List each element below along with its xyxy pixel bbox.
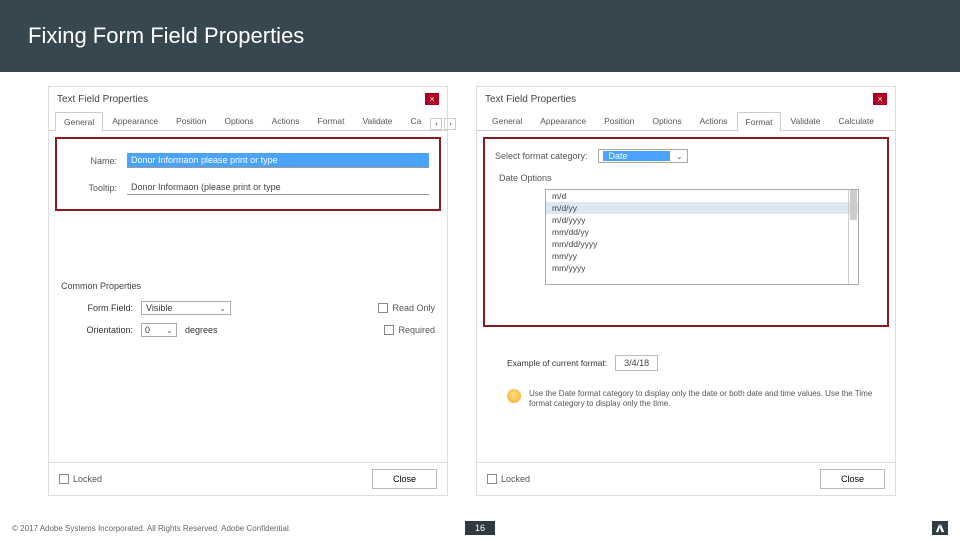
copyright: © 2017 Adobe Systems Incorporated. All R… — [12, 524, 291, 533]
orientation-value: 0 — [145, 325, 150, 335]
select-category-label: Select format category: — [495, 151, 588, 161]
tooltip-label: Tooltip: — [67, 183, 117, 193]
name-input[interactable]: Donor Informaon please print or type — [127, 153, 429, 168]
chevron-down-icon: ⌄ — [219, 304, 226, 313]
close-icon[interactable]: × — [425, 93, 439, 105]
adobe-logo-icon — [932, 521, 948, 535]
tab-appearance[interactable]: Appearance — [103, 111, 167, 130]
list-item[interactable]: mm/yyyy — [546, 262, 858, 274]
format-category-value: Date — [603, 151, 670, 161]
chevron-down-icon: ⌄ — [166, 326, 173, 335]
chevron-down-icon: ⌄ — [676, 152, 683, 161]
tab-format[interactable]: Format — [309, 111, 354, 130]
tab-format[interactable]: Format — [737, 112, 782, 131]
close-button[interactable]: Close — [820, 469, 885, 489]
required-check[interactable]: Required — [384, 325, 435, 335]
orientation-select[interactable]: 0 ⌄ — [141, 323, 177, 337]
hint-text: Use the Date format category to display … — [529, 389, 877, 410]
locked-label: Locked — [73, 474, 102, 484]
window-title: Text Field Properties — [57, 94, 148, 105]
locked-label: Locked — [501, 474, 530, 484]
slide-footer: © 2017 Adobe Systems Incorporated. All R… — [0, 516, 960, 540]
highlight-box: Select format category: Date ⌄ Date Opti… — [483, 137, 889, 327]
form-field-label: Form Field: — [61, 303, 133, 313]
degrees-label: degrees — [185, 325, 218, 335]
tab-validate[interactable]: Validate — [781, 111, 829, 130]
hint-row: Use the Date format category to display … — [507, 389, 877, 410]
list-item[interactable]: mm/dd/yyyy — [546, 238, 858, 250]
checkbox-icon — [59, 474, 69, 484]
tab-next-icon[interactable]: › — [444, 118, 456, 130]
text-field-properties-format: Text Field Properties × General Appearan… — [476, 86, 896, 496]
panels-row: Text Field Properties × General Appearan… — [0, 72, 960, 496]
tab-calculate[interactable]: Calculate — [830, 111, 883, 130]
form-field-value: Visible — [146, 303, 172, 313]
required-label: Required — [398, 325, 435, 335]
tab-options[interactable]: Options — [643, 111, 690, 130]
tab-position[interactable]: Position — [595, 111, 643, 130]
lightbulb-icon — [507, 389, 521, 403]
example-label: Example of current format: — [507, 358, 607, 368]
checkbox-icon — [384, 325, 394, 335]
readonly-check[interactable]: Read Only — [378, 303, 435, 313]
tab-prev-icon[interactable]: ‹ — [430, 118, 442, 130]
panel-bottom-bar: Locked Close — [477, 462, 895, 495]
form-field-select[interactable]: Visible ⌄ — [141, 301, 231, 315]
tab-appearance[interactable]: Appearance — [531, 111, 595, 130]
common-properties-title: Common Properties — [49, 271, 447, 297]
tab-general[interactable]: General — [483, 111, 531, 130]
readonly-label: Read Only — [392, 303, 435, 313]
example-value: 3/4/18 — [615, 355, 658, 371]
tab-options[interactable]: Options — [215, 111, 262, 130]
tabs-bar-left: General Appearance Position Options Acti… — [49, 107, 447, 131]
tab-validate[interactable]: Validate — [353, 111, 401, 130]
slide-title-bar: Fixing Form Field Properties — [0, 0, 960, 72]
page-number: 16 — [465, 521, 495, 535]
window-title: Text Field Properties — [485, 94, 576, 105]
list-item[interactable]: m/d/yy — [546, 202, 858, 214]
list-item[interactable]: mm/dd/yy — [546, 226, 858, 238]
locked-check[interactable]: Locked — [59, 474, 102, 484]
list-item[interactable]: mm/yy — [546, 250, 858, 262]
close-button[interactable]: Close — [372, 469, 437, 489]
date-format-list[interactable]: m/d m/d/yy m/d/yyyy mm/dd/yy mm/dd/yyyy … — [545, 189, 859, 285]
checkbox-icon — [487, 474, 497, 484]
panel-bottom-bar: Locked Close — [49, 462, 447, 495]
list-item[interactable]: m/d — [546, 190, 858, 202]
scrollbar[interactable] — [848, 190, 858, 284]
tabs-bar-right: General Appearance Position Options Acti… — [477, 107, 895, 131]
tab-calculate-trunc[interactable]: Ca — [402, 111, 431, 130]
tab-position[interactable]: Position — [167, 111, 215, 130]
tab-actions[interactable]: Actions — [263, 111, 309, 130]
name-label: Name: — [67, 156, 117, 166]
slide-title: Fixing Form Field Properties — [28, 23, 304, 49]
date-options-label: Date Options — [495, 173, 877, 183]
format-category-select[interactable]: Date ⌄ — [598, 149, 688, 163]
highlight-box: Name: Donor Informaon please print or ty… — [55, 137, 441, 211]
orientation-label: Orientation: — [61, 325, 133, 335]
tab-actions[interactable]: Actions — [691, 111, 737, 130]
tooltip-input[interactable] — [127, 180, 429, 195]
list-item[interactable]: m/d/yyyy — [546, 214, 858, 226]
close-icon[interactable]: × — [873, 93, 887, 105]
text-field-properties-general: Text Field Properties × General Appearan… — [48, 86, 448, 496]
tab-general[interactable]: General — [55, 112, 103, 131]
scroll-thumb[interactable] — [850, 190, 857, 220]
checkbox-icon — [378, 303, 388, 313]
locked-check[interactable]: Locked — [487, 474, 530, 484]
